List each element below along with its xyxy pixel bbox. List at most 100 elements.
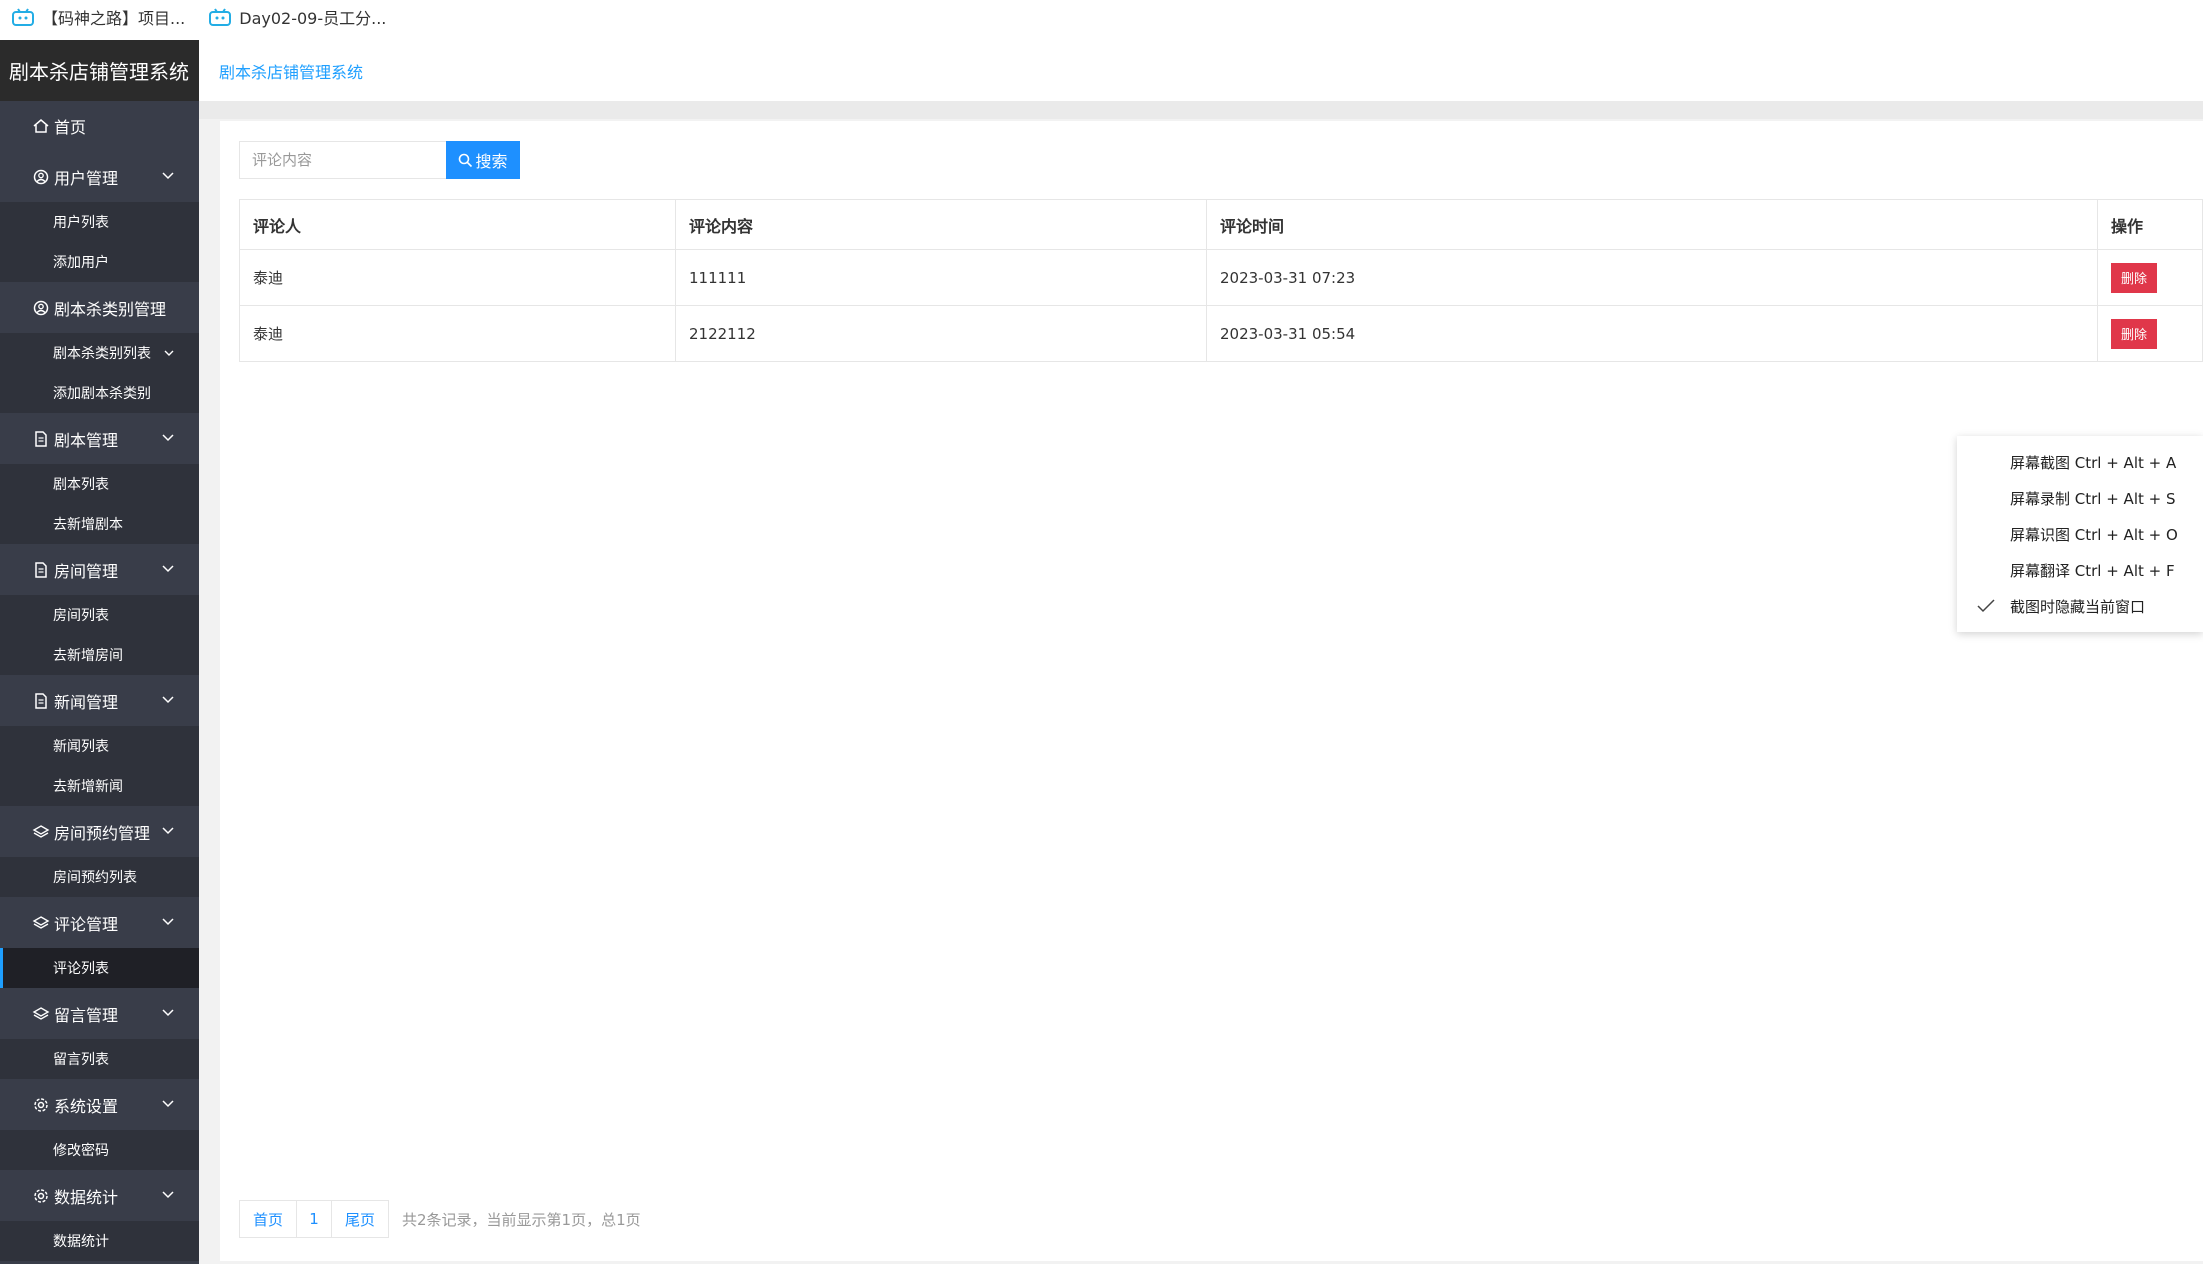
delete-button[interactable]: 删除 — [2111, 262, 2157, 293]
submenu-comments: 评论列表 — [0, 948, 199, 988]
chevron-down-icon — [162, 1100, 174, 1108]
bookmark-item[interactable]: 【码神之路】项目... — [12, 5, 185, 29]
submenu-settings: 修改密码 — [0, 1130, 199, 1170]
sidebar-item-add-script[interactable]: 去新增剧本 — [0, 504, 199, 544]
sidebar-group-label: 用户管理 — [54, 168, 119, 188]
sidebar-item-user-list[interactable]: 用户列表 — [0, 202, 199, 242]
screenshot-context-menu: 屏幕截图 Ctrl + Alt + A 屏幕录制 Ctrl + Alt + S … — [1957, 436, 2203, 632]
chevron-down-icon — [162, 172, 174, 180]
bookmarks-bar: 【码神之路】项目... Day02-09-员工分... — [0, 0, 2203, 34]
menu-item-screen-translate[interactable]: 屏幕翻译 Ctrl + Alt + F — [1957, 552, 2203, 588]
pagination-info: 共2条记录，当前显示第1页，总1页 — [402, 1210, 641, 1229]
sidebar-item-add-category[interactable]: 添加剧本杀类别 — [0, 373, 199, 413]
header-divider — [199, 101, 2203, 119]
column-header-actions: 操作 — [2097, 199, 2203, 250]
sidebar-item-reservation-list[interactable]: 房间预约列表 — [0, 857, 199, 897]
chevron-down-icon — [162, 827, 174, 835]
sidebar-group-label: 房间管理 — [54, 561, 119, 581]
bilibili-icon — [209, 8, 232, 26]
sidebar-item-statistics[interactable]: 数据统计 — [0, 1221, 199, 1261]
first-page-button[interactable]: 首页 — [239, 1200, 297, 1238]
layers-icon — [32, 915, 50, 929]
sidebar-item-change-password[interactable]: 修改密码 — [0, 1130, 199, 1170]
delete-button[interactable]: 删除 — [2111, 318, 2157, 349]
sidebar-group-label: 剧本管理 — [54, 430, 119, 450]
file-icon — [35, 561, 47, 578]
app-brand: 剧本杀店铺管理系统 — [0, 40, 199, 101]
user-circle-icon — [33, 169, 49, 184]
sidebar-item-news-list[interactable]: 新闻列表 — [0, 726, 199, 766]
sidebar-item-message-list[interactable]: 留言列表 — [0, 1039, 199, 1079]
pagination: 首页 1 尾页 共2条记录，当前显示第1页，总1页 — [239, 1200, 641, 1238]
chevron-down-icon — [162, 918, 174, 926]
cell-content: 111111 — [675, 249, 1207, 306]
checkmark-icon — [1977, 599, 1995, 613]
sidebar-item-add-user[interactable]: 添加用户 — [0, 242, 199, 282]
cell-content: 2122112 — [675, 305, 1207, 362]
submenu-scripts: 剧本列表 去新增剧本 — [0, 464, 199, 544]
header-title-link[interactable]: 剧本杀店铺管理系统 — [219, 59, 363, 83]
menu-item-label: 屏幕录制 Ctrl + Alt + S — [2010, 489, 2176, 508]
submenu-users: 用户列表 添加用户 — [0, 202, 199, 282]
sidebar-group-news[interactable]: 新闻管理 — [0, 675, 199, 726]
sidebar-group-label: 新闻管理 — [54, 692, 119, 712]
menu-item-label: 截图时隐藏当前窗口 — [2010, 597, 2146, 616]
cell-commenter: 泰迪 — [239, 249, 676, 306]
table-row: 泰迪 2122112 2023-03-31 05:54 删除 — [239, 305, 2203, 362]
header-bar: 剧本杀店铺管理系统 — [199, 40, 2203, 101]
sidebar-group-settings[interactable]: 系统设置 — [0, 1079, 199, 1130]
sidebar-item-comment-list[interactable]: 评论列表 — [0, 948, 199, 988]
submenu-script-categories: 剧本杀类别列表 添加剧本杀类别 — [0, 333, 199, 413]
sidebar-group-script-categories[interactable]: 剧本杀类别管理 — [0, 282, 199, 333]
bookmark-item[interactable]: Day02-09-员工分... — [209, 5, 386, 29]
chevron-down-icon — [164, 350, 174, 356]
column-header-time: 评论时间 — [1206, 199, 2098, 250]
column-header-content: 评论内容 — [675, 199, 1207, 250]
sidebar-group-label: 留言管理 — [54, 1005, 119, 1025]
sidebar-item-add-news[interactable]: 去新增新闻 — [0, 766, 199, 806]
chevron-down-icon — [162, 1191, 174, 1199]
layers-icon — [32, 824, 50, 838]
sidebar-group-scripts[interactable]: 剧本管理 — [0, 413, 199, 464]
home-icon — [33, 119, 49, 133]
menu-item-screen-record[interactable]: 屏幕录制 Ctrl + Alt + S — [1957, 480, 2203, 516]
comment-search-input[interactable] — [239, 141, 447, 179]
sidebar-group-rooms[interactable]: 房间管理 — [0, 544, 199, 595]
last-page-button[interactable]: 尾页 — [331, 1200, 389, 1238]
cell-commenter: 泰迪 — [239, 305, 676, 362]
sidebar-item-home[interactable]: 首页 — [0, 101, 199, 151]
comments-table: 评论人 评论内容 评论时间 操作 泰迪 111111 2023-03-31 07… — [239, 199, 2203, 362]
menu-item-label: 屏幕识图 Ctrl + Alt + O — [2010, 525, 2178, 544]
sidebar-item-label: 首页 — [54, 118, 87, 137]
submenu-statistics: 数据统计 — [0, 1221, 199, 1261]
bookmark-label: Day02-09-员工分... — [239, 9, 387, 28]
sidebar-item-script-list[interactable]: 剧本列表 — [0, 464, 199, 504]
submenu-news: 新闻列表 去新增新闻 — [0, 726, 199, 806]
sidebar-group-comments[interactable]: 评论管理 — [0, 897, 199, 948]
sidebar-item-category-list[interactable]: 剧本杀类别列表 — [0, 333, 199, 373]
submenu-rooms: 房间列表 去新增房间 — [0, 595, 199, 675]
menu-item-screenshot[interactable]: 屏幕截图 Ctrl + Alt + A — [1957, 444, 2203, 480]
chevron-down-icon — [162, 434, 174, 442]
sidebar-group-label: 房间预约管理 — [54, 823, 151, 843]
sidebar-item-room-list[interactable]: 房间列表 — [0, 595, 199, 635]
gear-icon — [34, 1188, 48, 1203]
table-row: 泰迪 111111 2023-03-31 07:23 删除 — [239, 249, 2203, 306]
menu-item-image-recognition[interactable]: 屏幕识图 Ctrl + Alt + O — [1957, 516, 2203, 552]
cell-actions: 删除 — [2097, 305, 2203, 362]
menu-item-label: 屏幕截图 Ctrl + Alt + A — [2010, 453, 2177, 472]
submenu-reservations: 房间预约列表 — [0, 857, 199, 897]
cell-time: 2023-03-31 07:23 — [1206, 249, 2098, 306]
menu-item-label: 屏幕翻译 Ctrl + Alt + F — [2010, 561, 2175, 580]
sidebar-group-reservations[interactable]: 房间预约管理 — [0, 806, 199, 857]
sidebar-group-messages[interactable]: 留言管理 — [0, 988, 199, 1039]
menu-item-hide-window[interactable]: 截图时隐藏当前窗口 — [1957, 588, 2203, 624]
page-number-button[interactable]: 1 — [296, 1200, 332, 1238]
sidebar-item-add-room[interactable]: 去新增房间 — [0, 635, 199, 675]
chevron-down-icon — [162, 696, 174, 704]
cell-time: 2023-03-31 05:54 — [1206, 305, 2098, 362]
search-button[interactable]: 搜索 — [446, 141, 520, 179]
sidebar-group-statistics[interactable]: 数据统计 — [0, 1170, 199, 1221]
sidebar: 首页 用户管理 用户列表 添加用户 剧本杀类别管理 剧本杀类别列表 添加剧本杀类… — [0, 101, 199, 1264]
sidebar-group-users[interactable]: 用户管理 — [0, 151, 199, 202]
